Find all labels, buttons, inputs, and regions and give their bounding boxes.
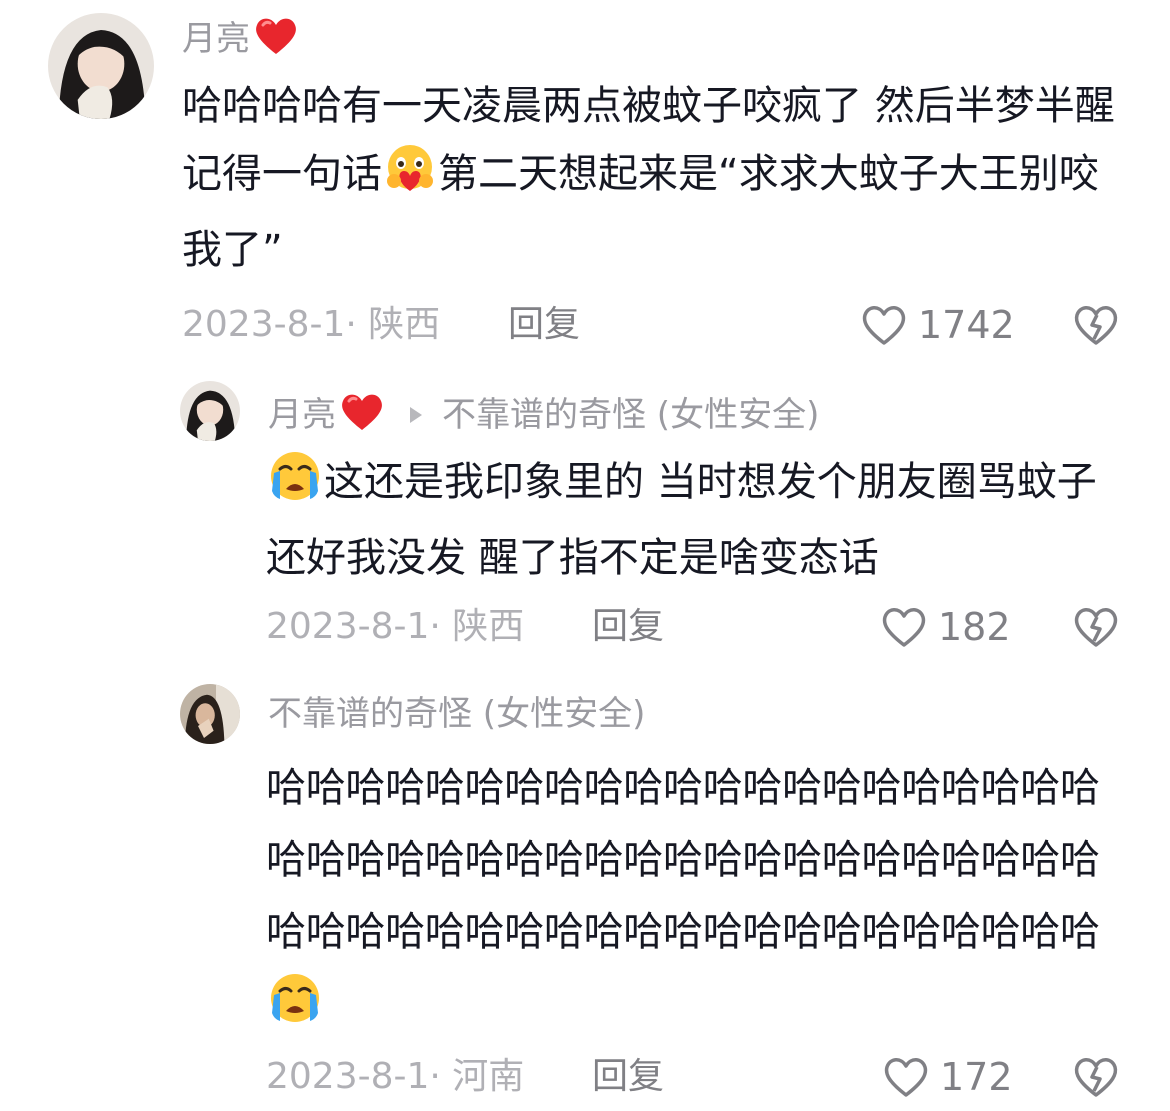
avatar[interactable] xyxy=(48,13,154,119)
play-arrow-icon xyxy=(410,406,422,423)
red-heart-emoji xyxy=(340,392,384,441)
comment-text: 这还是我印象里的 当时想发个朋友圈骂蚊子 还好我没发 醒了指不定是啥变态话 xyxy=(266,448,1126,592)
comment-text-body: 这还是我印象里的 当时想发个朋友圈骂蚊子 还好我没发 醒了指不定是啥变态话 xyxy=(266,459,1097,581)
heart-outline-icon xyxy=(884,1058,928,1097)
heart-outline-icon xyxy=(862,306,906,345)
loudly-crying-face-emoji xyxy=(266,971,324,1048)
avatar-image xyxy=(180,381,240,441)
avatar-image xyxy=(48,13,154,119)
like-count: 182 xyxy=(938,605,1011,649)
comment-text: 哈哈哈哈哈哈哈哈哈哈哈哈哈哈哈哈哈哈哈哈哈哈哈哈哈哈哈哈哈哈哈哈哈哈哈哈哈哈哈哈… xyxy=(266,752,1126,1048)
like-count: 1742 xyxy=(918,303,1015,347)
avatar-image xyxy=(180,684,240,744)
username[interactable]: 月亮 xyxy=(182,16,298,65)
broken-heart-outline-icon xyxy=(1074,1058,1118,1097)
comment-3: 不靠谱的奇怪 (女性安全) 哈哈哈哈哈哈哈哈哈哈哈哈哈哈哈哈哈哈哈哈哈哈哈哈哈哈… xyxy=(0,660,1170,1111)
username-text: 月亮 xyxy=(182,19,250,59)
like-button[interactable]: 1742 xyxy=(860,300,1015,350)
comment-text-body: 哈哈哈哈哈哈哈哈哈哈哈哈哈哈哈哈哈哈哈哈哈哈哈哈哈哈哈哈哈哈哈哈哈哈哈哈哈哈哈哈… xyxy=(266,765,1100,955)
heart-outline-icon xyxy=(882,608,926,647)
comment-text: 哈哈哈哈有一天凌晨两点被蚊子咬疯了 然后半梦半醒记得一句话 第二天想起来是“求求大… xyxy=(182,72,1132,284)
username[interactable]: 不靠谱的奇怪 (女性安全) xyxy=(268,694,645,734)
like-button[interactable]: 172 xyxy=(882,1052,1013,1102)
avatar[interactable] xyxy=(180,381,240,441)
date-location: 2023-8-1· 陕西 xyxy=(266,606,525,647)
dislike-button[interactable] xyxy=(1072,1052,1120,1102)
username-text[interactable]: 月亮 xyxy=(268,395,336,435)
date-location: 2023-8-1· 河南 xyxy=(266,1056,525,1097)
avatar[interactable] xyxy=(180,684,240,744)
reply-button[interactable]: 回复 xyxy=(508,300,580,350)
hugging-face-emoji xyxy=(382,143,438,216)
like-button[interactable]: 182 xyxy=(880,602,1011,652)
reply-to-username[interactable]: 不靠谱的奇怪 (女性安全) xyxy=(442,395,819,435)
reply-button[interactable]: 回复 xyxy=(592,1052,664,1102)
reply-button[interactable]: 回复 xyxy=(592,602,664,652)
comment-2: 月亮 不靠谱的奇怪 (女性安全) 这还是我印象里的 当时想发个朋友圈骂蚊子 还好我… xyxy=(0,360,1170,660)
dislike-button[interactable] xyxy=(1072,602,1120,652)
loudly-crying-face-emoji xyxy=(266,449,324,524)
comment-1: 月亮 哈哈哈哈有一天凌晨两点被蚊子咬疯了 然后半梦半醒记得一句话 第二天想起来是“… xyxy=(0,0,1170,360)
username: 月亮 不靠谱的奇怪 (女性安全) xyxy=(268,392,819,441)
red-heart-emoji xyxy=(254,16,298,65)
date-location: 2023-8-1· 陕西 xyxy=(182,304,441,345)
broken-heart-outline-icon xyxy=(1074,608,1118,647)
dislike-button[interactable] xyxy=(1072,300,1120,350)
like-count: 172 xyxy=(940,1055,1013,1099)
broken-heart-outline-icon xyxy=(1074,306,1118,345)
